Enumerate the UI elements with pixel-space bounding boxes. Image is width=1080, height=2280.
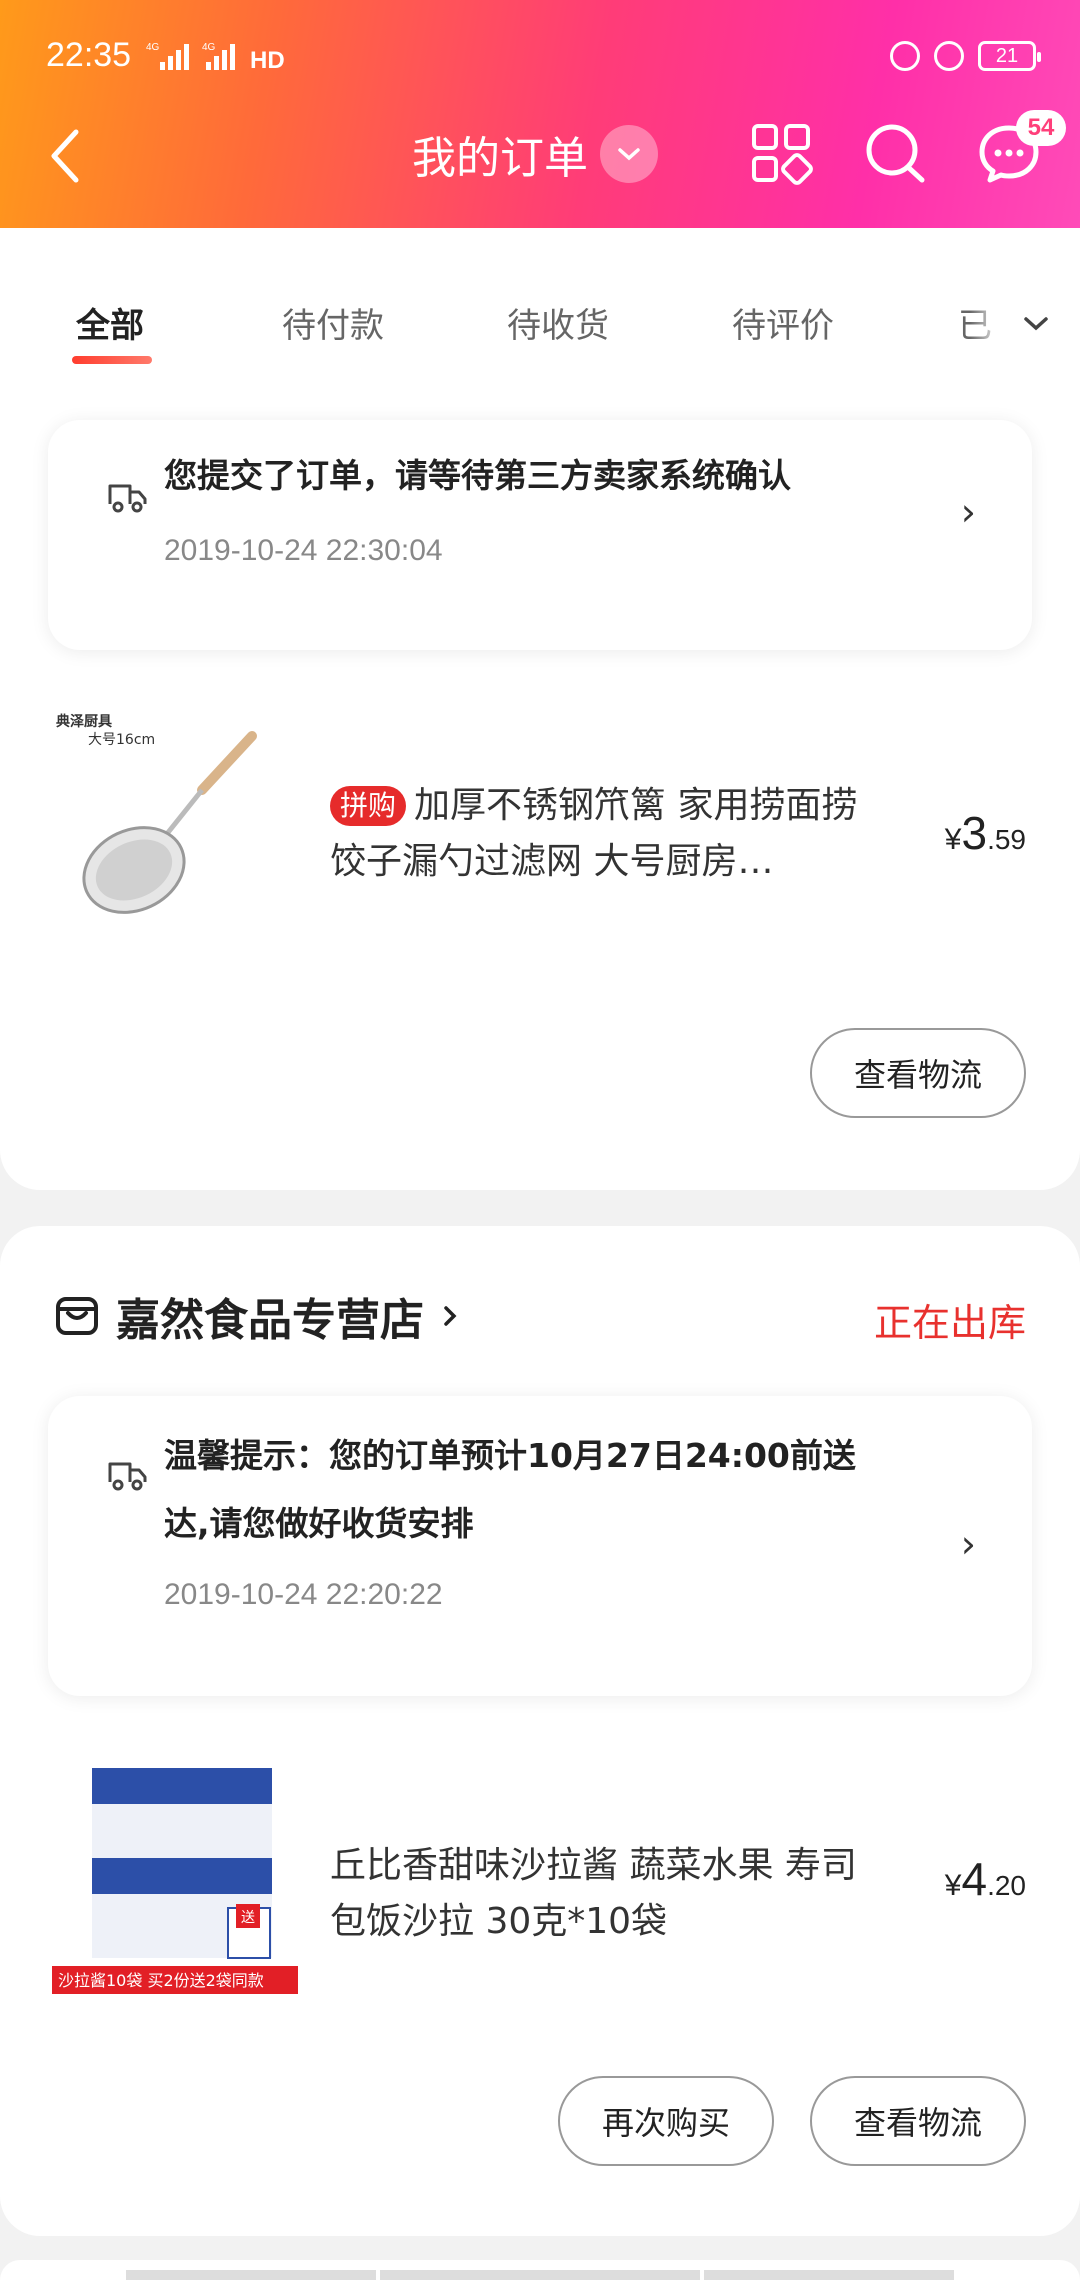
tab-pending-review[interactable]: 待评价 [732,298,834,347]
shop-name: 嘉然食品专营店 [116,1295,424,1346]
svg-text:HD: HD [250,47,285,72]
tab-pending-receipt[interactable]: 待收货 [507,298,609,347]
product-image[interactable]: 典泽厨具 大号16cm [52,710,300,958]
tab-active-indicator [72,356,152,364]
view-logistics-button[interactable]: 查看物流 [810,2076,1026,2166]
product-price: ¥3.59 [944,807,1026,859]
image-banner-text: 沙拉酱10袋 买2份送2袋同款 [58,1971,264,1990]
order-notice[interactable]: 您提交了订单，请等待第三方卖家系统确认 2019-10-24 22:30:04 … [48,420,1032,650]
status-time: 22:35 [46,36,132,74]
categories-icon[interactable] [748,120,814,186]
status-right: 21 [890,38,1041,74]
order-notice[interactable]: 温馨提示：您的订单预计10月27日24:00前送 达,请您做好收货安排 2019… [48,1396,1032,1696]
chevron-down-icon [600,125,658,183]
product-image[interactable]: 送 沙拉酱10袋 买2份送2袋同款 [52,1768,298,1998]
battery-icon: 21 [978,41,1041,71]
notice-line-2: 达,请您做好收货安排 [164,1504,474,1543]
network-label: 4G [146,42,160,53]
search-icon[interactable] [862,120,928,186]
order-card: 您提交了订单，请等待第三方卖家系统确认 2019-10-24 22:30:04 … [0,380,1080,1190]
lock-rotation-icon [890,41,920,71]
order-card: 嘉然食品专营店 正在出库 温馨提示：您的订单预计10月27日24:00前送 达,… [0,1226,1080,2236]
image-brand-text: 典泽厨具 [56,713,112,730]
order-status: 正在出库 [873,1301,1026,1345]
status-bar: 22:35 4G 4G HD 21 [0,30,1080,80]
notice-time: 2019-10-24 22:30:04 [164,534,443,567]
rebuy-button[interactable]: 再次购买 [558,2076,774,2166]
image-size-text: 大号16cm [88,732,155,748]
signal-icon: 4G 4G HD [146,42,285,72]
image-gift-text: 送 [241,1910,255,1926]
notice-text: 您提交了订单，请等待第三方卖家系统确认 [164,456,791,495]
product-title[interactable]: 丘比香甜味沙拉酱 蔬菜水果 寿司包饭沙拉 30克*10袋 [330,1838,870,1950]
tab-all[interactable]: 全部 [76,298,144,347]
chevron-right-icon: › [960,490,976,534]
shop-link[interactable]: 嘉然食品专营店 [54,1284,460,1348]
page-title: 我的订单 [412,133,588,184]
product-title[interactable]: 拼购 加厚不锈钢笊篱 家用捞面捞饺子漏勺过滤网 大号厨房… [330,778,870,890]
chevron-down-icon[interactable] [1020,308,1052,340]
scroll-hint [380,2270,700,2280]
product-title-text: 加厚不锈钢笊篱 家用捞面捞饺子漏勺过滤网 大号厨房… [330,785,858,882]
view-logistics-button[interactable]: 查看物流 [810,1028,1026,1118]
scroll-hint [704,2270,954,2280]
notice-line-1: 温馨提示：您的订单预计10月27日24:00前送 [164,1436,856,1475]
group-buy-tag: 拼购 [330,786,407,826]
tab-pending-payment[interactable]: 待付款 [282,298,384,347]
navbar: 我的订单 [0,110,1080,200]
notice-time: 2019-10-24 22:20:22 [164,1578,443,1611]
message-badge: 54 [1016,110,1066,146]
chevron-right-icon [444,1306,457,1326]
alarm-icon [934,41,964,71]
truck-icon [108,484,147,513]
shop-icon [56,1297,98,1335]
scroll-hint [126,2270,376,2280]
title-dropdown[interactable]: 我的订单 [412,122,658,186]
product-price: ¥4.20 [944,1853,1026,1905]
chevron-right-icon: › [960,1522,976,1566]
truck-icon [108,1462,147,1491]
header: 22:35 4G 4G HD 21 我的订单 54 [0,0,1080,228]
back-icon[interactable] [42,126,98,186]
svg-text:4G: 4G [202,42,216,53]
